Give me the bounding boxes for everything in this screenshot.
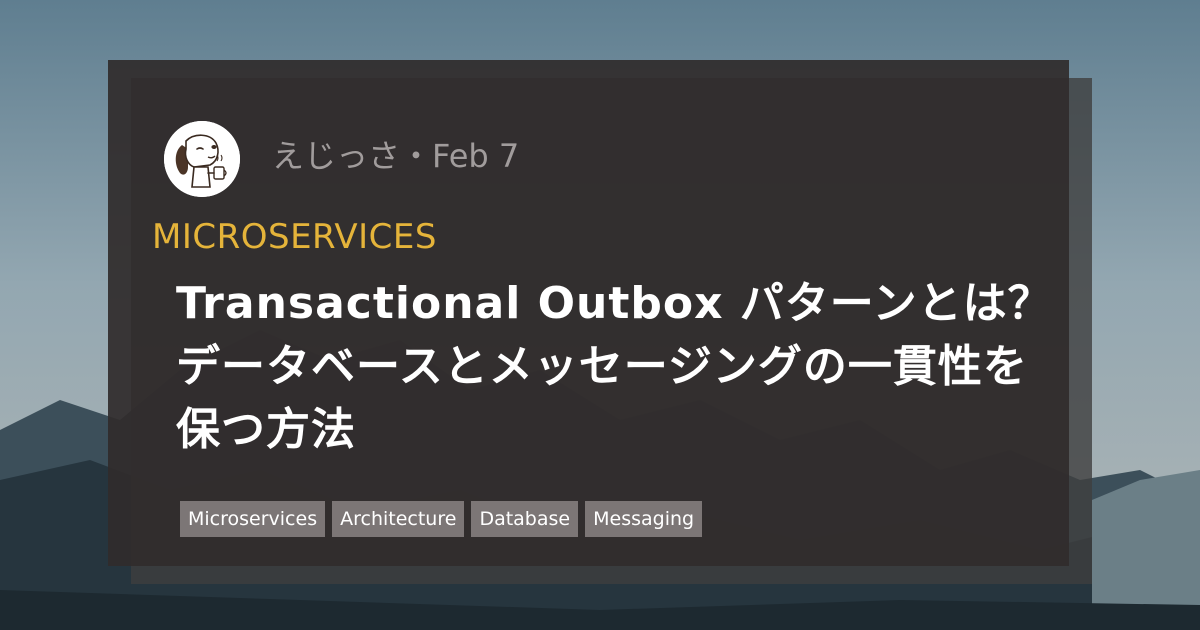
tag-architecture[interactable]: Architecture [332, 501, 465, 537]
author-meta: えじっさ・Feb 7 [272, 134, 519, 178]
post-category[interactable]: MICROSERVICES [152, 214, 437, 260]
dog-with-coffee-mug-icon [164, 121, 240, 197]
tag-messaging[interactable]: Messaging [585, 501, 703, 537]
tag-list: Microservices Architecture Database Mess… [180, 501, 703, 537]
meta-separator: ・ [400, 137, 433, 175]
author-name[interactable]: えじっさ [272, 137, 400, 175]
post-title[interactable]: Transactional Outbox パターンとは？データベースとメッセージ… [176, 272, 1056, 461]
tag-microservices[interactable]: Microservices [180, 501, 326, 537]
post-date: Feb 7 [432, 137, 520, 175]
tag-database[interactable]: Database [471, 501, 579, 537]
author-avatar[interactable] [164, 121, 240, 197]
